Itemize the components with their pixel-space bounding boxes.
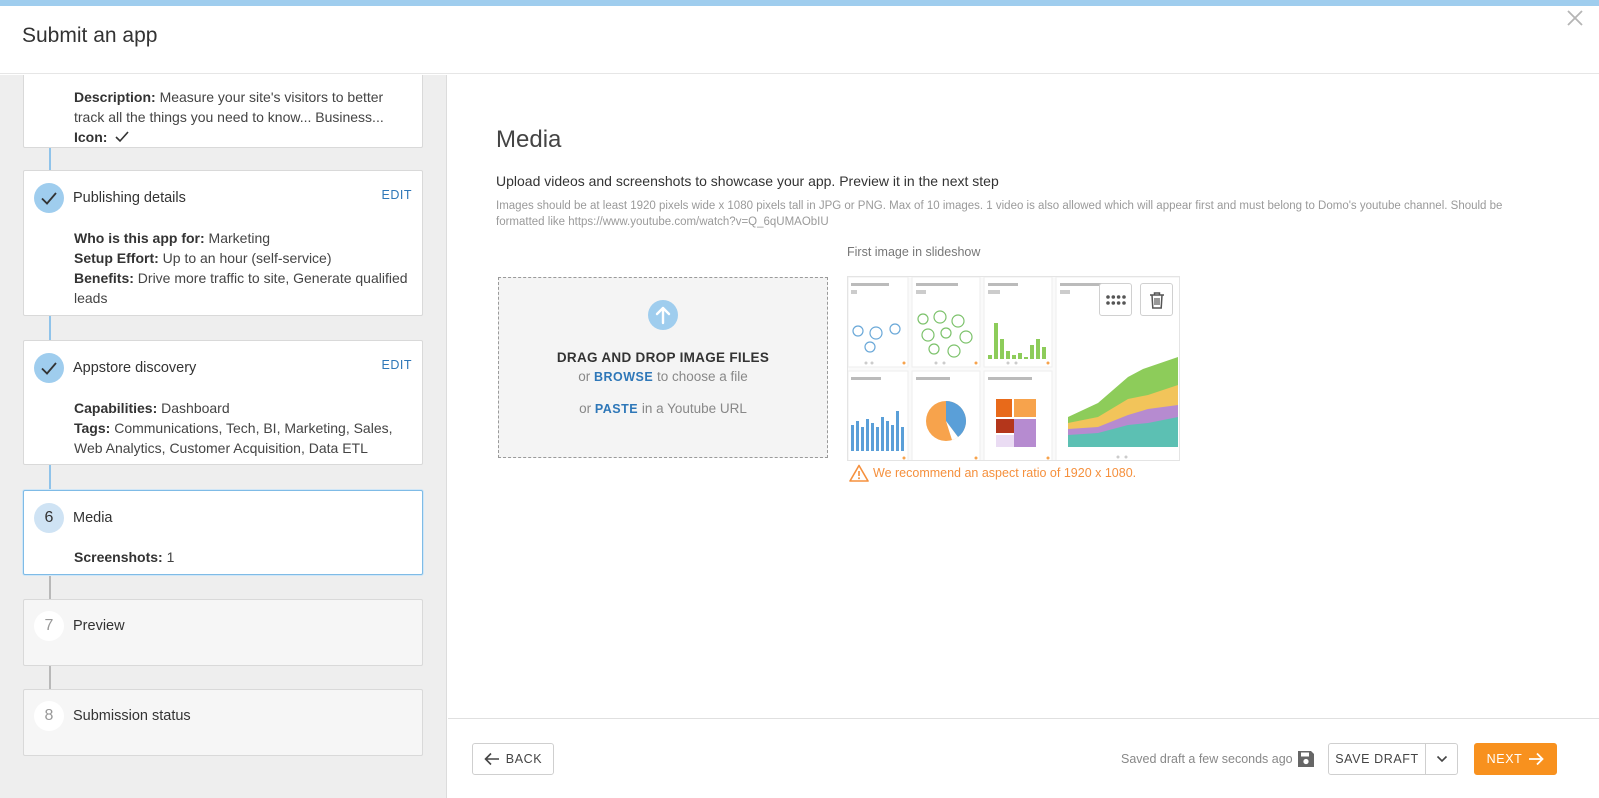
back-button[interactable]: BACK xyxy=(472,743,554,775)
step-complete-indicator xyxy=(34,183,64,213)
slideshow-label: First image in slideshow xyxy=(847,245,981,259)
upload-arrow-icon xyxy=(648,300,678,330)
detail-icon: Icon: xyxy=(74,127,408,147)
step-card-preview[interactable]: 7 Preview xyxy=(23,599,423,666)
save-icon xyxy=(1298,751,1314,767)
step-name: Publishing details xyxy=(73,190,186,206)
detail-description: Description: Measure your site's visitor… xyxy=(74,89,384,125)
step-details: Who is this app for: Marketing Setup Eff… xyxy=(74,230,408,306)
media-panel: Media Upload videos and screenshots to s… xyxy=(448,75,1599,723)
save-draft-button[interactable]: SAVE DRAFT xyxy=(1328,743,1426,775)
step-card-appstore-discovery[interactable]: Appstore discovery EDIT Capabilities: Da… xyxy=(23,340,423,465)
arrow-left-icon xyxy=(484,752,499,766)
check-icon xyxy=(41,191,57,205)
chevron-down-icon xyxy=(1436,755,1447,763)
step-name: Media xyxy=(73,510,113,526)
step-card-publishing-details[interactable]: Publishing details EDIT Who is this app … xyxy=(23,170,423,316)
step-connector xyxy=(49,316,51,340)
step-name: Appstore discovery xyxy=(73,360,197,376)
dropzone-title: DRAG AND DROP IMAGE FILES xyxy=(556,350,770,365)
section-description: Upload videos and screenshots to showcas… xyxy=(496,173,999,189)
step-details: Description: Measure your site's visitor… xyxy=(74,87,408,147)
edit-appstore-discovery-link[interactable]: EDIT xyxy=(382,358,412,372)
browse-line: or BROWSE to choose a file xyxy=(578,369,748,384)
modal-header: Submit an app xyxy=(0,6,1599,74)
aspect-ratio-warning: We recommend an aspect ratio of 1920 x 1… xyxy=(849,464,1136,482)
page-title: Submit an app xyxy=(22,24,158,47)
step-connector xyxy=(49,575,51,599)
close-icon[interactable] xyxy=(1565,8,1585,28)
saved-draft-status: Saved draft a few seconds ago xyxy=(1121,752,1293,766)
step-number: 6 xyxy=(34,503,64,533)
image-dropzone[interactable]: DRAG AND DROP IMAGE FILES or BROWSE to c… xyxy=(498,277,828,458)
check-icon xyxy=(41,361,57,375)
wizard-footer: BACK Saved draft a few seconds ago SAVE … xyxy=(448,718,1599,798)
step-details: Capabilities: Dashboard Tags: Communicat… xyxy=(74,400,393,456)
edit-publishing-details-link[interactable]: EDIT xyxy=(382,188,412,202)
paste-line: or PASTE in a Youtube URL xyxy=(579,401,747,416)
section-title: Media xyxy=(496,126,562,153)
step-connector xyxy=(49,465,51,490)
trash-icon xyxy=(1149,291,1164,309)
step-connector xyxy=(49,148,51,170)
next-button[interactable]: NEXT xyxy=(1474,743,1557,775)
step-connector xyxy=(49,666,51,689)
browse-link[interactable]: BROWSE xyxy=(594,370,653,384)
arrow-right-icon xyxy=(1529,752,1545,766)
step-card-media[interactable]: 6 Media Screenshots: 1 xyxy=(23,490,423,575)
paste-link[interactable]: PASTE xyxy=(595,402,638,416)
step-number: 8 xyxy=(34,701,64,731)
step-details: Screenshots: 1 xyxy=(74,549,175,565)
step-name: Submission status xyxy=(73,708,191,724)
step-card-basic-info[interactable]: Description: Measure your site's visitor… xyxy=(23,75,423,148)
save-options-dropdown[interactable] xyxy=(1425,743,1458,775)
step-card-submission-status[interactable]: 8 Submission status xyxy=(23,689,423,756)
delete-screenshot-button[interactable] xyxy=(1140,283,1173,316)
reorder-drag-handle[interactable] xyxy=(1099,283,1132,316)
check-icon xyxy=(115,131,129,143)
drag-dots-icon xyxy=(1105,294,1126,305)
step-complete-indicator xyxy=(34,353,64,383)
warning-icon xyxy=(849,464,869,482)
steps-sidebar: Description: Measure your site's visitor… xyxy=(0,75,447,798)
step-number: 7 xyxy=(34,611,64,641)
step-name: Preview xyxy=(73,618,125,634)
upload-requirements-note: Images should be at least 1920 pixels wi… xyxy=(496,200,1503,228)
